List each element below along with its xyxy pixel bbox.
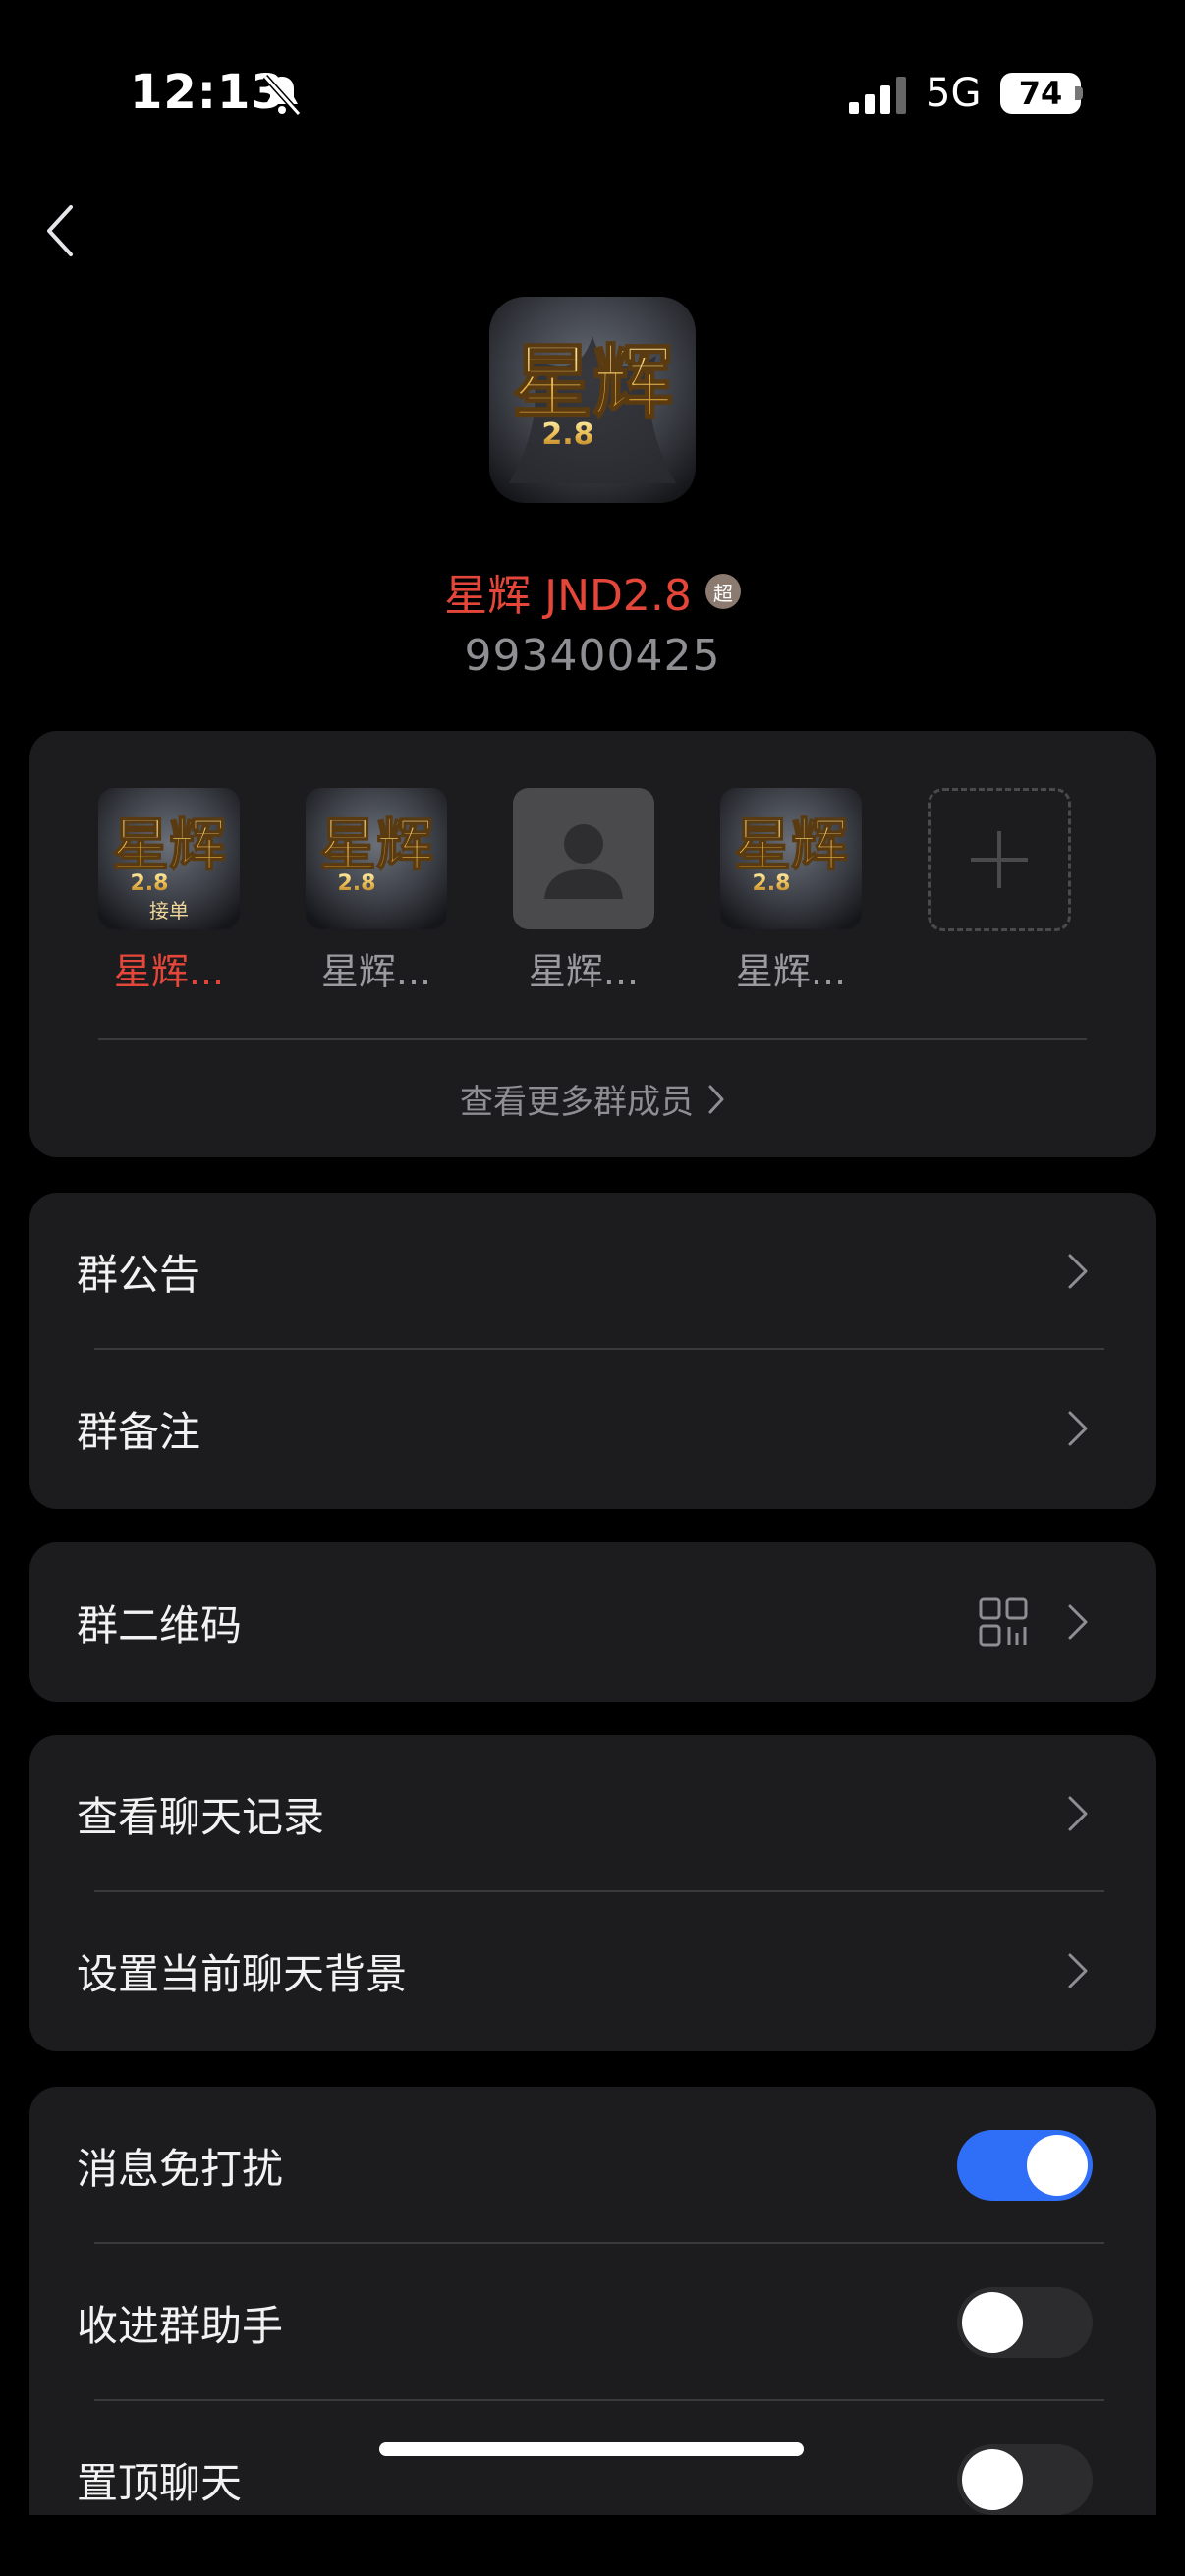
battery-tip <box>1075 86 1083 100</box>
member-avatar: 星辉 2.8 <box>306 788 447 929</box>
chat-settings-card: 查看聊天记录 设置当前聊天背景 <box>29 1735 1156 2051</box>
do-not-disturb-toggle[interactable] <box>957 2130 1093 2201</box>
pin-chat-toggle[interactable] <box>957 2444 1093 2515</box>
member-3[interactable]: 星辉... <box>513 788 654 995</box>
dragon-logo-icon: 星辉 2.8 <box>720 788 862 929</box>
battery-icon: 74 <box>1000 73 1081 114</box>
do-not-disturb-row: 消息免打扰 <box>29 2087 1156 2244</box>
member-avatar-sub: 2.8 <box>753 871 791 896</box>
plus-icon <box>971 831 1028 888</box>
group-remark-row[interactable]: 群备注 <box>29 1350 1156 1507</box>
group-announcement-row[interactable]: 群公告 <box>29 1193 1156 1350</box>
member-label: 星辉... <box>528 950 640 993</box>
row-label: 群二维码 <box>77 1600 243 1650</box>
add-member-button[interactable] <box>928 788 1071 931</box>
super-group-badge: 超 <box>705 574 741 609</box>
row-label: 设置当前聊天背景 <box>77 1949 408 1998</box>
toggle-knob <box>1027 2135 1088 2196</box>
row-label: 收进群助手 <box>77 2301 284 2350</box>
chevron-right-icon <box>1068 1604 1088 1640</box>
cellular-signal-icon <box>849 77 906 114</box>
member-avatar: 星辉 2.8 接单 <box>98 788 240 929</box>
view-more-members-link[interactable]: 查看更多群成员 <box>29 1075 1156 1123</box>
avatar-logo-text: 星辉 <box>512 336 673 429</box>
chevron-right-icon <box>1068 1796 1088 1831</box>
member-avatar-text: 星辉 <box>734 812 848 878</box>
group-id: 993400425 <box>464 631 721 681</box>
fold-to-assistant-toggle[interactable] <box>957 2287 1093 2358</box>
members-card: 星辉 2.8 接单 星辉... 星辉 2.8 星辉... 星辉... 星辉 2.… <box>29 731 1156 1157</box>
member-tag: 接单 <box>149 899 189 923</box>
dragon-logo-icon: 星辉 2.8 <box>489 297 696 503</box>
member-label: 星辉... <box>320 950 432 993</box>
group-avatar[interactable]: 星辉 2.8 <box>489 297 696 503</box>
group-info-card: 群公告 群备注 <box>29 1193 1156 1509</box>
toggle-knob <box>962 2449 1023 2510</box>
chevron-right-icon <box>1068 1411 1088 1446</box>
person-icon <box>544 824 623 899</box>
view-chat-history-row[interactable]: 查看聊天记录 <box>29 1735 1156 1892</box>
row-label: 置顶聊天 <box>77 2458 243 2507</box>
member-label: 星辉... <box>113 950 225 993</box>
back-arrow-icon[interactable] <box>41 201 81 260</box>
chat-background-row[interactable]: 设置当前聊天背景 <box>29 1892 1156 2049</box>
group-name-row: 星辉 JND2.8 超 <box>0 560 1185 623</box>
row-label: 消息免打扰 <box>77 2144 284 2193</box>
home-indicator[interactable] <box>379 2442 804 2456</box>
view-more-members-label: 查看更多群成员 <box>460 1083 694 1122</box>
member-avatar-sub: 2.8 <box>338 871 376 896</box>
group-qr-card: 群二维码 <box>29 1542 1156 1702</box>
chevron-right-icon <box>708 1085 724 1113</box>
member-avatar-placeholder <box>513 788 654 929</box>
fold-to-assistant-row: 收进群助手 <box>29 2244 1156 2401</box>
member-2[interactable]: 星辉 2.8 星辉... <box>306 788 447 995</box>
silent-bell-icon <box>262 74 302 117</box>
member-label: 星辉... <box>735 950 847 993</box>
toggle-knob <box>962 2292 1023 2353</box>
group-name: 星辉 JND2.8 <box>444 571 692 621</box>
qr-code-icon <box>979 1597 1028 1647</box>
add-member-box <box>928 788 1071 931</box>
row-label: 查看聊天记录 <box>77 1792 325 1841</box>
divider <box>98 1038 1087 1040</box>
member-avatar-text: 星辉 <box>319 812 433 878</box>
row-label: 群备注 <box>77 1407 201 1456</box>
dragon-logo-icon: 星辉 2.8 <box>306 788 447 929</box>
chevron-right-icon <box>1068 1953 1088 1988</box>
group-qrcode-row[interactable]: 群二维码 <box>29 1542 1156 1702</box>
battery-level: 74 <box>1018 75 1063 112</box>
row-label: 群公告 <box>77 1250 201 1299</box>
avatar-logo-sub: 2.8 <box>541 418 593 452</box>
dragon-logo-icon: 星辉 2.8 接单 <box>98 788 240 929</box>
member-avatar-text: 星辉 <box>112 812 226 878</box>
chevron-right-icon <box>1068 1254 1088 1289</box>
member-avatar-sub: 2.8 <box>131 871 169 896</box>
member-1[interactable]: 星辉 2.8 接单 星辉... <box>98 788 240 995</box>
pin-chat-row: 置顶聊天 <box>29 2401 1156 2558</box>
network-type: 5G <box>926 71 982 116</box>
member-avatar: 星辉 2.8 <box>720 788 862 929</box>
member-4[interactable]: 星辉 2.8 星辉... <box>720 788 862 995</box>
